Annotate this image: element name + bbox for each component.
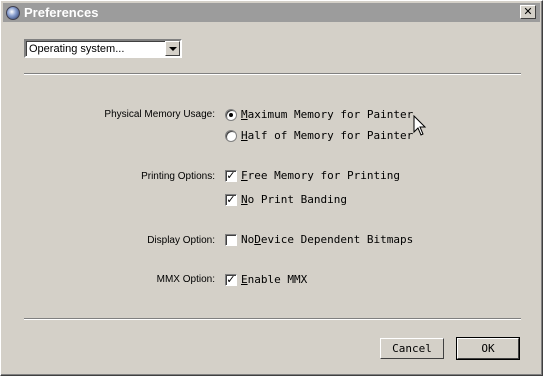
check-icon[interactable]: ✓ bbox=[225, 169, 237, 182]
option-label: o Print Banding bbox=[247, 193, 347, 206]
mnemonic: E bbox=[241, 273, 248, 286]
title-bar[interactable]: Preferences ✕ bbox=[3, 3, 540, 22]
radio-half-memory[interactable]: Half of Memory for Painter bbox=[225, 129, 413, 142]
mouse-pointer-icon bbox=[413, 115, 427, 136]
checkbox-no-device-dependent-bitmaps[interactable]: No Device Dependent Bitmaps bbox=[225, 233, 413, 246]
bottom-divider bbox=[24, 318, 521, 320]
category-dropdown-value: Operating system... bbox=[29, 43, 125, 55]
printing-options-label: Printing Options: bbox=[141, 171, 215, 182]
checkbox-no-print-banding[interactable]: ✓ No Print Banding bbox=[225, 193, 347, 206]
memory-usage-label: Physical Memory Usage: bbox=[104, 109, 215, 120]
mmx-option-label: MMX Option: bbox=[156, 274, 215, 285]
checkbox[interactable] bbox=[225, 233, 237, 246]
mnemonic: H bbox=[241, 129, 248, 142]
check-icon[interactable]: ✓ bbox=[225, 193, 237, 206]
cancel-button[interactable]: Cancel bbox=[380, 338, 444, 359]
top-divider bbox=[24, 73, 521, 75]
radio-button[interactable] bbox=[225, 108, 237, 121]
mnemonic: D bbox=[254, 233, 261, 246]
preferences-dialog: Preferences ✕ Operating system... Physic… bbox=[0, 0, 543, 376]
option-label-prefix: No bbox=[241, 233, 255, 246]
option-label: nable MMX bbox=[247, 273, 308, 286]
checkbox-free-memory[interactable]: ✓ Free Memory for Printing bbox=[225, 169, 400, 182]
option-label: ree Memory for Printing bbox=[247, 169, 400, 182]
option-label: aximum Memory for Painter bbox=[247, 108, 414, 121]
checkbox-enable-mmx[interactable]: ✓ Enable MMX bbox=[225, 273, 307, 286]
mnemonic: F bbox=[241, 169, 248, 182]
app-icon bbox=[6, 5, 20, 20]
mnemonic: N bbox=[241, 193, 248, 206]
window-title: Preferences bbox=[24, 5, 99, 20]
mnemonic: M bbox=[241, 108, 248, 121]
chevron-down-icon[interactable] bbox=[165, 41, 180, 56]
display-option-label: Display Option: bbox=[147, 235, 215, 246]
option-label: evice Dependent Bitmaps bbox=[260, 233, 414, 246]
option-label: alf of Memory for Painter bbox=[247, 129, 414, 142]
radio-button[interactable] bbox=[225, 129, 237, 142]
close-button[interactable]: ✕ bbox=[520, 5, 536, 19]
check-icon[interactable]: ✓ bbox=[225, 273, 237, 286]
ok-button[interactable]: OK bbox=[456, 337, 520, 360]
radio-maximum-memory[interactable]: Maximum Memory for Painter bbox=[225, 108, 413, 121]
category-dropdown[interactable]: Operating system... bbox=[24, 39, 182, 58]
